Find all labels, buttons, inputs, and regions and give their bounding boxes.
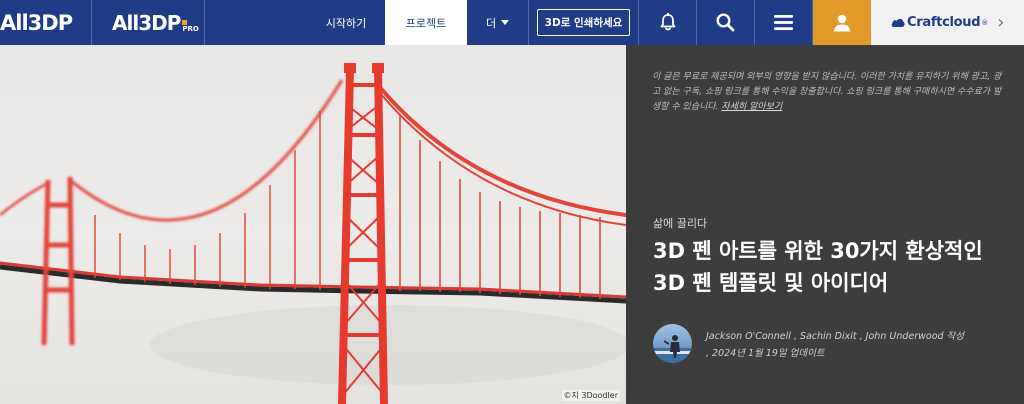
menu-projects-label: 프로젝트 — [405, 16, 447, 30]
craftcloud-link[interactable]: Craftcloud ® › — [871, 0, 1024, 45]
print-in-3d-button[interactable]: 3D로 인쇄하세요 — [536, 9, 631, 36]
author-avatar[interactable] — [653, 324, 692, 363]
top-navigation: All3DP All3DP PRO 시작하기 프로젝트 더 3D로 인쇄하세요 — [0, 0, 1024, 45]
article-authors[interactable]: Jackson O'Connell , Sachin Dixit , John … — [706, 328, 1006, 345]
pro-logo-text: All3DP — [112, 10, 181, 35]
notifications-button[interactable] — [639, 0, 697, 45]
all3dp-pro-logo[interactable]: All3DP PRO — [92, 0, 205, 45]
search-icon — [716, 13, 735, 32]
menu-more-label: 더 — [485, 16, 497, 30]
chevron-right-icon: › — [997, 12, 1005, 33]
all3dp-logo[interactable]: All3DP — [0, 0, 92, 45]
logo-text: All3DP — [0, 10, 73, 35]
article-updated-date: , 2024년 1월 19일 업데이트 — [706, 348, 825, 359]
menu-more[interactable]: 더 — [467, 0, 529, 45]
article-title: 3D 펜 아트를 위한 30가지 환상적인 3D 펜 템플릿 및 아이디어 — [653, 239, 983, 295]
hamburger-menu-icon — [774, 15, 793, 30]
main-menu-button[interactable] — [755, 0, 813, 45]
menu-projects[interactable]: 프로젝트 — [385, 0, 467, 45]
search-button[interactable] — [697, 0, 755, 45]
menu-getting-started-label: 시작하기 — [325, 16, 367, 30]
article-header-panel: 이 글은 무료로 제공되며 외부의 영향을 받지 않습니다. 이러한 가치를 유… — [626, 45, 1024, 404]
craftcloud-registered: ® — [981, 18, 989, 27]
pro-label: PRO — [182, 25, 199, 33]
print-cell: 3D로 인쇄하세요 — [529, 0, 639, 45]
menu-getting-started[interactable]: 시작하기 — [307, 0, 385, 45]
caret-down-icon — [501, 20, 510, 25]
user-icon — [834, 14, 850, 31]
article-category[interactable]: 삶에 끌리다 — [653, 215, 707, 231]
image-credit: ©지 3Doodler — [561, 390, 620, 401]
article-byline: Jackson O'Connell , Sachin Dixit , John … — [706, 328, 1006, 362]
craftcloud-label: Craftcloud — [907, 15, 981, 30]
hero-image: ©지 3Doodler — [0, 45, 626, 404]
disclaimer-text: 이 글은 무료로 제공되며 외부의 영향을 받지 않습니다. 이러한 가치를 유… — [652, 72, 1002, 112]
bridge-illustration — [0, 63, 626, 404]
craftcloud-logo-icon — [891, 18, 905, 27]
author-photo-icon — [653, 335, 692, 363]
learn-more-link[interactable]: 자세히 알아보기 — [721, 102, 782, 112]
bell-icon — [660, 13, 675, 31]
pro-badge: PRO — [182, 20, 199, 33]
affiliate-disclaimer: 이 글은 무료로 제공되며 외부의 영향을 받지 않습니다. 이러한 가치를 유… — [652, 70, 1004, 115]
account-button[interactable] — [813, 0, 871, 45]
